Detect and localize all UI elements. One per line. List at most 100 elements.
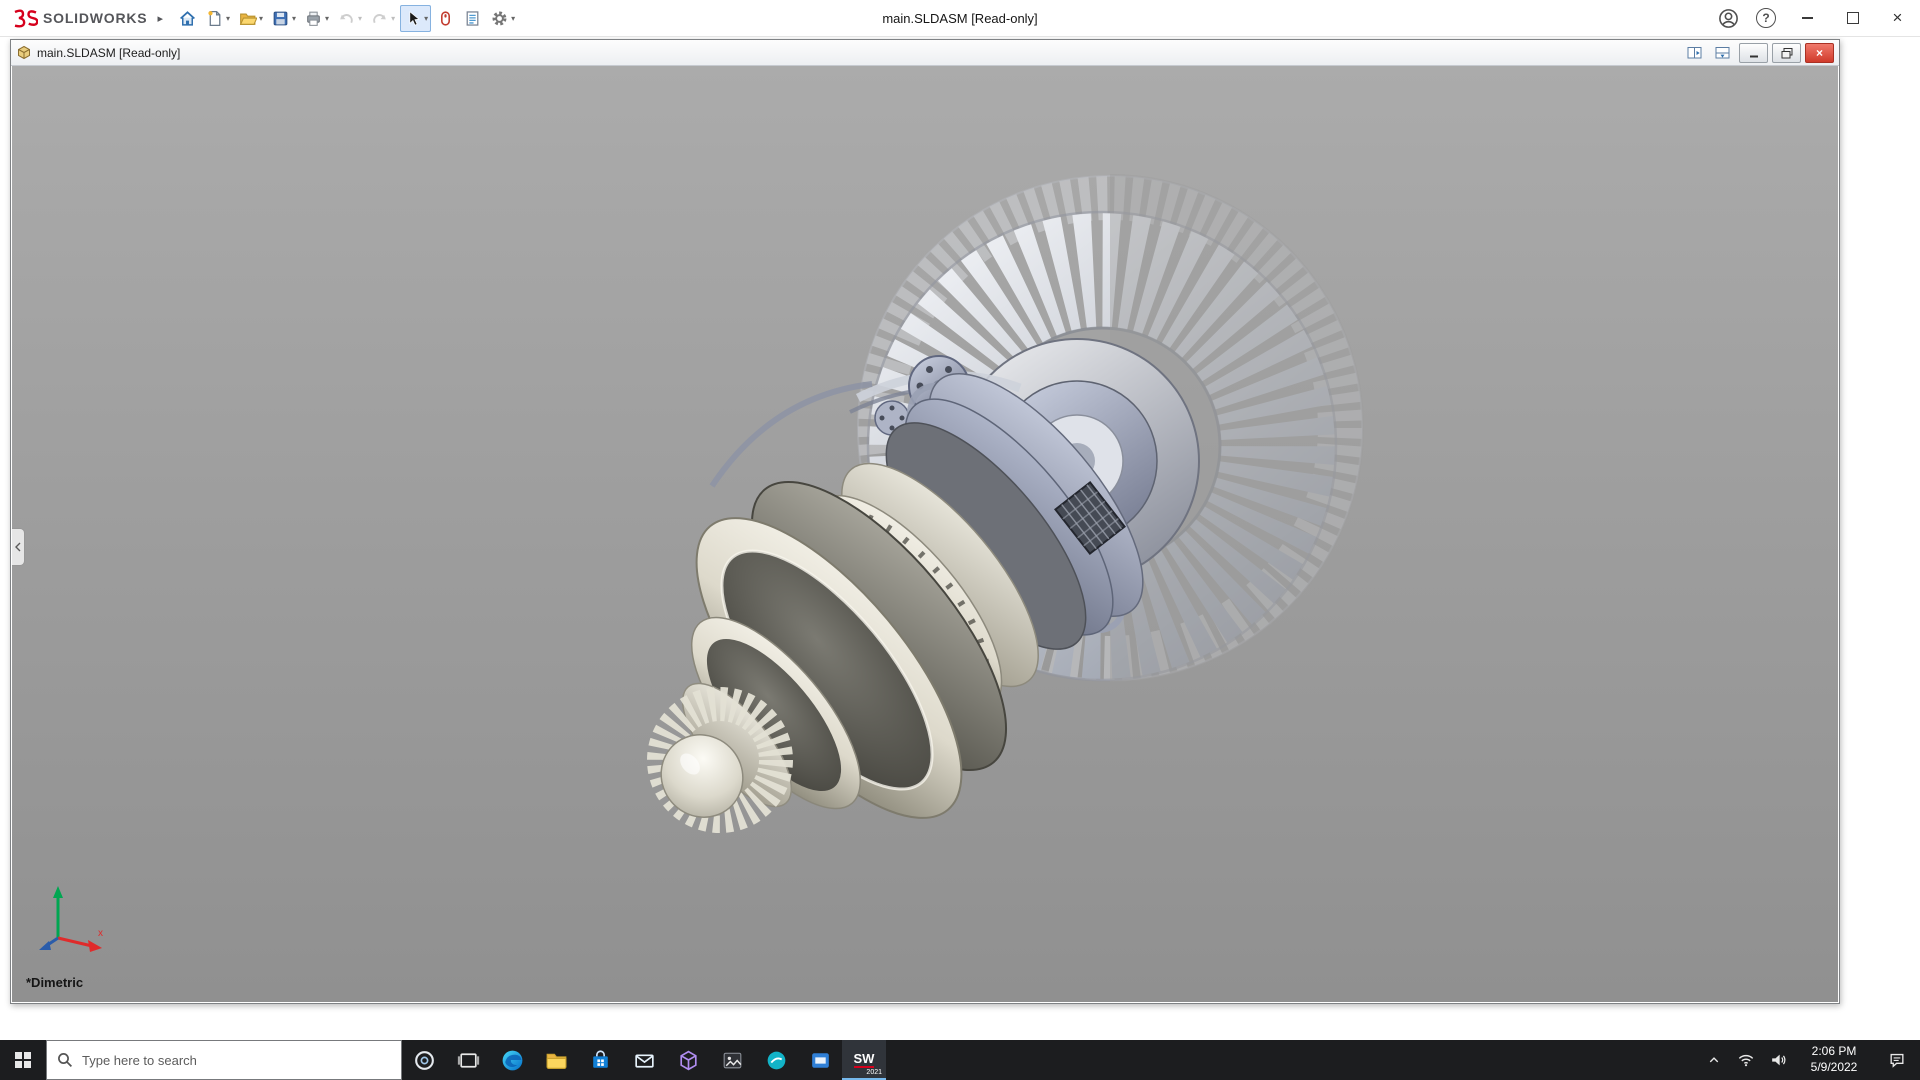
taskbar-app-solidworks[interactable]: SW 2021: [842, 1040, 886, 1080]
mail-icon: [632, 1048, 657, 1073]
paint-3d-icon: [764, 1048, 789, 1073]
tray-expand-button[interactable]: [1698, 1040, 1730, 1080]
taskbar-app-file-explorer[interactable]: [534, 1040, 578, 1080]
store-icon: [588, 1048, 613, 1073]
dropdown-arrow-icon[interactable]: ▾: [259, 14, 263, 23]
taskbar-app-remote[interactable]: [798, 1040, 842, 1080]
taskbar-app-store[interactable]: [578, 1040, 622, 1080]
orientation-triad: x: [34, 878, 118, 956]
remote-app-icon: [808, 1048, 833, 1073]
solidworks-logo-icon: [12, 8, 38, 28]
split-window-icon: [1687, 46, 1703, 60]
undo-button[interactable]: ▾: [334, 5, 365, 32]
wifi-icon: [1736, 1050, 1756, 1070]
volume-button[interactable]: [1762, 1040, 1794, 1080]
doc-close-icon: ×: [1816, 46, 1823, 60]
undo-icon: [337, 9, 356, 28]
search-placeholder: Type here to search: [82, 1053, 197, 1068]
open-button[interactable]: ▾: [235, 5, 266, 32]
print-icon: [304, 9, 323, 28]
chevron-up-icon: [1705, 1051, 1723, 1069]
taskbar-search[interactable]: Type here to search: [46, 1040, 402, 1080]
network-button[interactable]: [1730, 1040, 1762, 1080]
dropdown-arrow-icon[interactable]: ▾: [511, 14, 515, 23]
tile-window-icon: [1715, 46, 1731, 60]
taskbar-clock[interactable]: 2:06 PM 5/9/2022: [1794, 1040, 1874, 1080]
document-titlebar[interactable]: main.SLDASM [Read-only]: [11, 40, 1839, 66]
new-window-button[interactable]: [1683, 44, 1707, 62]
person-icon: [1718, 8, 1739, 29]
print-button[interactable]: ▾: [301, 5, 332, 32]
minimize-button[interactable]: [1785, 0, 1830, 36]
task-view-button[interactable]: [446, 1040, 490, 1080]
maximize-icon: [1847, 12, 1859, 24]
dropdown-arrow-icon[interactable]: ▾: [391, 14, 395, 23]
taskbar-app-paint-3d[interactable]: [754, 1040, 798, 1080]
start-button[interactable]: [0, 1040, 46, 1080]
windows-logo-icon: [15, 1052, 31, 1068]
doc-restore-button[interactable]: [1772, 43, 1801, 63]
assembly-icon: [16, 45, 32, 61]
action-center-icon: [1887, 1050, 1907, 1070]
windows-taskbar: Type here to search: [0, 1040, 1920, 1080]
file-properties-icon: [463, 9, 482, 28]
options-button[interactable]: ▾: [487, 5, 518, 32]
app-titlebar[interactable]: SOLIDWORKS ▸ ▾ ▾: [0, 0, 1920, 37]
view-orientation-label: *Dimetric: [26, 975, 83, 990]
doc-minimize-icon: [1747, 47, 1761, 59]
maximize-button[interactable]: [1830, 0, 1875, 36]
dropdown-arrow-icon[interactable]: ▾: [358, 14, 362, 23]
menu-expand-arrow[interactable]: ▸: [157, 12, 163, 25]
solidworks-app-label: SW: [854, 1052, 875, 1068]
graphics-viewport[interactable]: x *Dimetric: [12, 66, 1838, 1002]
help-icon: ?: [1756, 8, 1776, 28]
help-button[interactable]: ?: [1747, 0, 1785, 36]
brand-label: SOLIDWORKS: [43, 10, 147, 26]
save-button[interactable]: ▾: [268, 5, 299, 32]
gear-icon: [490, 9, 509, 28]
select-cursor-icon: [403, 9, 422, 28]
new-document-icon: [205, 9, 224, 28]
clock-date: 5/9/2022: [1811, 1060, 1858, 1076]
doc-minimize-button[interactable]: [1739, 43, 1768, 63]
minimize-icon: [1802, 17, 1813, 19]
close-button[interactable]: ×: [1875, 0, 1920, 36]
solidworks-app-icon: SW 2021: [850, 1047, 878, 1073]
photos-icon: [720, 1048, 745, 1073]
titlebar-right-controls: ? ×: [1709, 0, 1920, 36]
select-tool-button[interactable]: ▾: [400, 5, 431, 32]
dropdown-arrow-icon[interactable]: ▾: [325, 14, 329, 23]
cortana-button[interactable]: [402, 1040, 446, 1080]
new-document-button[interactable]: ▾: [202, 5, 233, 32]
edge-icon: [500, 1048, 525, 1073]
solidworks-app-year: 2021: [866, 1069, 882, 1076]
open-folder-icon: [238, 9, 257, 28]
action-center-button[interactable]: [1874, 1040, 1920, 1080]
speaker-icon: [1768, 1050, 1788, 1070]
clock-time: 2:06 PM: [1812, 1044, 1857, 1060]
tile-window-button[interactable]: [1711, 44, 1735, 62]
mouse-gestures-button[interactable]: [433, 5, 458, 32]
redo-button[interactable]: ▾: [367, 5, 398, 32]
system-tray: 2:06 PM 5/9/2022: [1698, 1040, 1920, 1080]
taskbar-app-mail[interactable]: [622, 1040, 666, 1080]
dropdown-arrow-icon[interactable]: ▾: [292, 14, 296, 23]
file-explorer-icon: [544, 1048, 569, 1073]
file-properties-button[interactable]: [460, 5, 485, 32]
svg-text:x: x: [98, 928, 103, 939]
doc-close-button[interactable]: ×: [1805, 43, 1834, 63]
account-button[interactable]: [1709, 0, 1747, 36]
featuremanager-collapse-tab[interactable]: [12, 528, 25, 566]
window-title: main.SLDASM [Read-only]: [882, 0, 1037, 36]
taskbar-app-3d-viewer[interactable]: [666, 1040, 710, 1080]
quick-access-toolbar: ▾ ▾ ▾ ▾: [175, 5, 518, 32]
dropdown-arrow-icon[interactable]: ▾: [424, 14, 428, 23]
taskbar-app-photos[interactable]: [710, 1040, 754, 1080]
dropdown-arrow-icon[interactable]: ▾: [226, 14, 230, 23]
taskbar-app-edge[interactable]: [490, 1040, 534, 1080]
save-icon: [271, 9, 290, 28]
close-icon: ×: [1893, 8, 1903, 28]
search-icon: [57, 1052, 73, 1068]
engine-model: [12, 66, 1838, 1002]
home-button[interactable]: [175, 5, 200, 32]
